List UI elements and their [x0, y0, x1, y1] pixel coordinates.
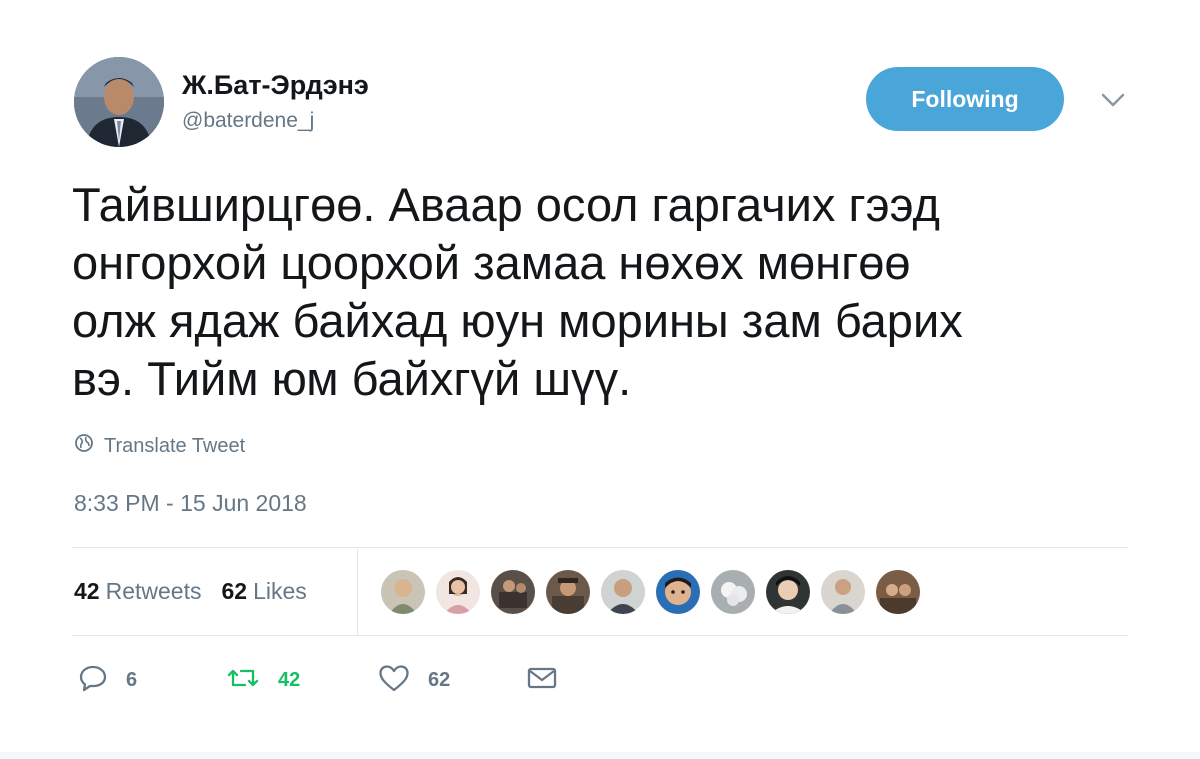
retweet-count: 42 — [278, 668, 301, 691]
retweet-button[interactable]: 42 — [226, 665, 378, 696]
author-display-name[interactable]: Ж.Бат-Эрдэнэ — [182, 70, 369, 100]
translate-tweet-label: Translate Tweet — [104, 434, 246, 457]
liker-avatars — [381, 570, 920, 614]
following-button[interactable]: Following — [866, 67, 1064, 131]
liker-avatar[interactable] — [656, 570, 700, 614]
avatar-photo — [74, 57, 164, 147]
tweet-text: Тайвширцгөө. Аваар осол гаргачих гээд он… — [72, 178, 963, 405]
liker-avatar[interactable] — [601, 570, 645, 614]
bottom-band — [0, 752, 1200, 759]
retweets-label[interactable]: Retweets — [106, 578, 202, 605]
tweet-timestamp[interactable]: 8:33 PM - 15 Jun 2018 — [74, 490, 307, 517]
stats-divider — [357, 549, 358, 635]
divider — [72, 635, 1128, 636]
liker-avatar[interactable] — [821, 570, 865, 614]
chevron-down-icon[interactable] — [1100, 90, 1126, 110]
direct-message-button[interactable] — [526, 665, 558, 696]
liker-avatar[interactable] — [381, 570, 425, 614]
reply-count: 6 — [126, 668, 138, 691]
retweets-count[interactable]: 42 — [74, 578, 100, 605]
divider — [72, 547, 1128, 548]
liker-avatar[interactable] — [876, 570, 920, 614]
retweet-icon — [226, 665, 260, 696]
translate-tweet-link[interactable]: Translate Tweet — [74, 433, 245, 459]
liker-avatar[interactable] — [766, 570, 810, 614]
likes-count[interactable]: 62 — [221, 578, 247, 605]
reply-icon — [78, 664, 108, 697]
reply-button[interactable]: 6 — [78, 664, 226, 697]
like-button[interactable]: 62 — [378, 664, 526, 697]
author-avatar[interactable] — [74, 57, 164, 147]
envelope-icon — [526, 665, 558, 696]
liker-avatar[interactable] — [711, 570, 755, 614]
heart-icon — [378, 664, 410, 697]
tweet-actions: 6 42 62 — [78, 660, 558, 700]
tweet-stats: 42 Retweets 62 Likes — [74, 575, 307, 607]
author-handle[interactable]: @baterdene_j — [182, 108, 314, 134]
like-count: 62 — [428, 668, 451, 691]
globe-icon — [74, 433, 94, 459]
likes-label[interactable]: Likes — [253, 578, 307, 605]
liker-avatar[interactable] — [436, 570, 480, 614]
liker-avatar[interactable] — [491, 570, 535, 614]
liker-avatar[interactable] — [546, 570, 590, 614]
